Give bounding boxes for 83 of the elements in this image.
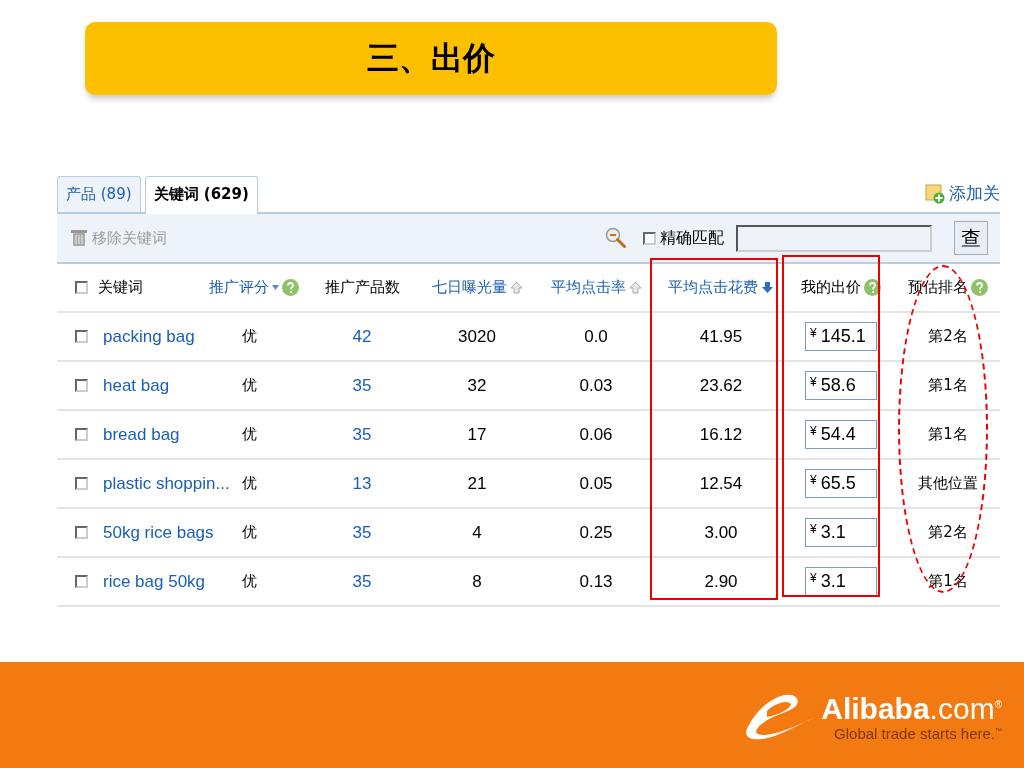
keyword-link[interactable]: bread bag <box>103 424 180 445</box>
table-cell: 优 <box>242 523 257 542</box>
checkbox[interactable] <box>75 281 88 294</box>
column-header-label[interactable]: 平均点击花费 <box>668 278 758 297</box>
add-keyword-link[interactable]: 添加关 <box>949 182 1000 205</box>
table-cell: 0.03 <box>579 375 613 396</box>
search-field[interactable] <box>736 224 932 252</box>
table-cell: 第2名 <box>928 523 968 542</box>
checkbox[interactable] <box>75 330 88 343</box>
checkbox[interactable] <box>75 575 88 588</box>
column-header-label[interactable]: 七日曝光量 <box>431 278 507 297</box>
table-cell: 32 <box>467 375 487 396</box>
product-count-link[interactable]: 35 <box>352 522 372 543</box>
product-count-link[interactable]: 42 <box>352 326 372 347</box>
column-header-label: 关键词 <box>98 278 143 297</box>
bid-field[interactable]: ¥ 58.6 <box>805 371 877 400</box>
help-icon <box>971 279 988 296</box>
column-header-label: 推广产品数 <box>324 278 400 297</box>
bid-field[interactable]: ¥ 54.4 <box>805 420 877 449</box>
table-cell: 第1名 <box>928 425 968 444</box>
logo-wordmark: Alibaba.com$^{®}$ <box>821 690 1002 725</box>
table-cell: 41.95 <box>699 326 743 347</box>
checkbox[interactable] <box>75 477 88 490</box>
zoom-out-icon <box>605 227 627 249</box>
table-cell: 优 <box>242 572 257 591</box>
help-icon <box>864 279 881 296</box>
table-cell: 第2名 <box>928 327 968 346</box>
keyword-link[interactable]: 50kg rice bags <box>103 522 214 543</box>
table-cell: 0.25 <box>579 522 613 543</box>
bid-field[interactable]: ¥ 145.1 <box>805 322 877 351</box>
up-arrow-icon <box>628 281 642 294</box>
product-count-link[interactable]: 35 <box>352 571 372 592</box>
keyword-link[interactable]: rice bag 50kg <box>103 571 206 592</box>
keyword-link[interactable]: heat bag <box>103 375 170 396</box>
table-cell: 4 <box>472 522 482 543</box>
up-arrow-icon <box>509 281 523 294</box>
bid-field[interactable]: ¥ 3.1 <box>805 518 877 547</box>
table-cell: 2.90 <box>704 571 738 592</box>
table-cell: 0.06 <box>579 424 613 445</box>
table-cell: 12.54 <box>699 473 743 494</box>
column-header-label[interactable]: 平均点击率 <box>550 278 626 297</box>
table-cell: 8 <box>472 571 482 592</box>
caret-icon <box>272 285 279 290</box>
logo-tagline: Global trade starts here.$^{™}$ <box>834 724 1002 742</box>
product-count-link[interactable]: 13 <box>352 473 372 494</box>
table-cell: 3.00 <box>704 522 738 543</box>
bid-field[interactable]: ¥ 3.1 <box>805 567 877 596</box>
tab[interactable]: 关键词 (629) <box>144 176 258 214</box>
keyword-link[interactable]: plastic shoppin... <box>103 473 230 494</box>
table-cell: 0.0 <box>584 326 608 347</box>
exact-match-label: 精确匹配 <box>660 227 724 249</box>
column-header-label: 我的出价 <box>801 278 861 297</box>
table-cell: 0.05 <box>579 473 613 494</box>
table-cell: 优 <box>242 474 257 493</box>
table-cell: 优 <box>242 425 257 444</box>
checkbox[interactable] <box>643 231 656 245</box>
table-cell: 0.13 <box>579 571 613 592</box>
table-cell: 其他位置 <box>918 474 978 493</box>
product-count-link[interactable]: 35 <box>352 375 372 396</box>
table-cell: 21 <box>467 473 487 494</box>
checkbox[interactable] <box>75 379 88 392</box>
help-icon <box>282 279 299 296</box>
bid-field[interactable]: ¥ 65.5 <box>805 469 877 498</box>
trash-icon <box>71 229 87 247</box>
table-cell: 17 <box>467 424 487 445</box>
down-arrow-icon <box>761 281 774 294</box>
slide-title: 三、出价 <box>367 37 495 79</box>
table-cell: 优 <box>242 327 257 346</box>
add-keyword-icon <box>925 183 945 204</box>
column-header-label: 预估排名 <box>908 278 968 297</box>
tab[interactable]: 产品 (89) <box>57 176 141 212</box>
checkbox[interactable] <box>75 526 88 539</box>
table-cell: 优 <box>242 376 257 395</box>
table-cell: 23.62 <box>699 375 743 396</box>
table-cell: 3020 <box>458 326 496 347</box>
column-header-label[interactable]: 推广评分 <box>209 278 269 297</box>
checkbox[interactable] <box>75 428 88 441</box>
keyword-link[interactable]: packing bag <box>103 326 195 347</box>
table-cell: 第1名 <box>928 572 968 591</box>
table-cell: 16.12 <box>699 424 743 445</box>
table-cell: 第1名 <box>928 376 968 395</box>
product-count-link[interactable]: 35 <box>352 424 372 445</box>
search-button[interactable]: 查 <box>954 221 988 255</box>
